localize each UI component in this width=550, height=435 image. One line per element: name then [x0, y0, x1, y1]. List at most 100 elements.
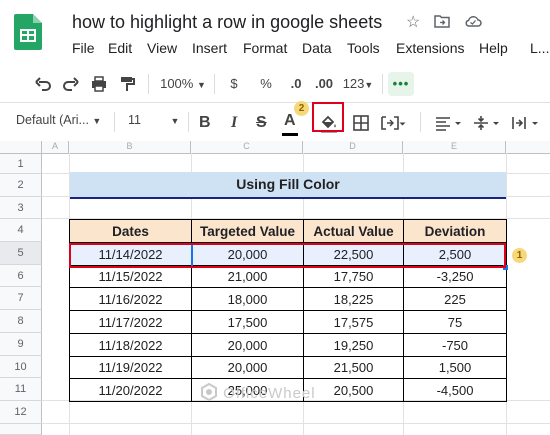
row-header[interactable]: 4 [0, 219, 42, 242]
table-cell[interactable]: 18,000 [191, 287, 304, 311]
column-header-row: A B C D E [0, 141, 550, 154]
row-header[interactable]: 1 [0, 154, 42, 174]
row-header[interactable]: 12 [0, 401, 42, 424]
row-header[interactable]: 2 [0, 174, 42, 197]
paint-format-icon[interactable] [118, 70, 136, 98]
row-header[interactable]: 11 [0, 378, 42, 401]
table-cell[interactable]: 21,000 [191, 265, 304, 288]
format-toolbar: Default (Ari... ▼ 11 ▼ B I S A [0, 108, 550, 138]
undo-icon[interactable] [34, 70, 52, 98]
document-title[interactable]: how to highlight a row in google sheets [72, 12, 382, 33]
table-row: 11/19/2022 20,000 21,500 1,500 [69, 356, 507, 379]
more-options-button[interactable]: ••• [388, 72, 414, 96]
horizontal-align-icon[interactable] [434, 114, 464, 132]
text-wrapping-icon[interactable] [510, 114, 542, 132]
table-header-deviation[interactable]: Deviation [403, 219, 507, 243]
menu-file[interactable]: File [72, 40, 95, 56]
row-header[interactable] [0, 424, 42, 435]
print-icon[interactable] [90, 70, 108, 98]
select-all-corner[interactable] [0, 141, 42, 153]
main-toolbar: 100% ▼ $ % .0 .00 123▼ ••• [24, 70, 550, 98]
menu-data[interactable]: Data [302, 40, 332, 56]
menu-format[interactable]: Format [243, 40, 287, 56]
column-header-e[interactable]: E [403, 141, 506, 153]
table-cell[interactable]: 75 [403, 310, 507, 334]
row-header[interactable]: 3 [0, 197, 42, 219]
table-row: 11/17/2022 17,500 17,575 75 [69, 310, 507, 334]
table-cell[interactable]: 19,250 [303, 333, 404, 357]
currency-button[interactable]: $ [224, 70, 244, 98]
table-cell[interactable]: 17,750 [303, 265, 404, 288]
increase-decimal-button[interactable]: .00 [310, 70, 338, 98]
table-cell[interactable]: -4,500 [403, 378, 507, 402]
row-header[interactable]: 8 [0, 310, 42, 333]
table-cell[interactable]: 11/19/2022 [69, 356, 192, 379]
watermark: OfficeWheel [200, 382, 316, 402]
column-header-d[interactable]: D [303, 141, 403, 153]
menu-insert[interactable]: Insert [192, 40, 227, 56]
chevron-down-icon: ▼ [92, 116, 102, 126]
table-cell[interactable]: -750 [403, 333, 507, 357]
table-cell[interactable]: 11/20/2022 [69, 378, 192, 402]
table-header-targeted-value[interactable]: Targeted Value [191, 219, 304, 243]
table-cell[interactable]: 225 [403, 287, 507, 311]
chevron-down-icon: ▼ [196, 80, 206, 90]
sheet-heading[interactable]: Using Fill Color [70, 172, 506, 199]
decrease-decimal-button[interactable]: .0 [284, 70, 308, 98]
row-header[interactable]: 9 [0, 333, 42, 356]
column-header-b[interactable]: B [69, 141, 191, 153]
cloud-status-icon[interactable] [464, 14, 482, 28]
row-highlight-box [69, 243, 506, 268]
column-header-f[interactable] [506, 141, 550, 153]
table-cell[interactable]: -3,250 [403, 265, 507, 288]
redo-icon[interactable] [62, 70, 80, 98]
chevron-down-icon: ▼ [170, 116, 180, 126]
star-icon[interactable]: ☆ [406, 12, 420, 32]
table-row: 11/15/2022 21,000 17,750 -3,250 [69, 265, 507, 288]
borders-icon[interactable] [352, 114, 370, 132]
move-to-folder-icon[interactable] [434, 14, 450, 28]
table-cell[interactable]: 20,500 [303, 378, 404, 402]
menu-help[interactable]: Help [479, 40, 508, 56]
bold-button[interactable]: B [199, 114, 211, 132]
table-cell[interactable]: 20,000 [191, 356, 304, 379]
table-cell[interactable]: 11/15/2022 [69, 265, 192, 288]
table-cell[interactable]: 11/17/2022 [69, 310, 192, 334]
column-header-c[interactable]: C [191, 141, 303, 153]
table-cell[interactable]: 11/16/2022 [69, 287, 192, 311]
chevron-down-icon: ▼ [364, 80, 374, 90]
row-header[interactable]: 10 [0, 356, 42, 378]
table-cell[interactable]: 20,000 [191, 333, 304, 357]
table-cell[interactable]: 17,500 [191, 310, 304, 334]
text-color-button[interactable]: A [282, 112, 298, 136]
table-cell[interactable]: 17,575 [303, 310, 404, 334]
vertical-align-icon[interactable] [472, 114, 502, 132]
menu-edit[interactable]: Edit [108, 40, 132, 56]
table-cell[interactable]: 11/18/2022 [69, 333, 192, 357]
table-header-dates[interactable]: Dates [69, 219, 192, 243]
table-cell[interactable]: 18,225 [303, 287, 404, 311]
menu-extensions[interactable]: Extensions [396, 40, 464, 56]
number-format-select[interactable]: 123▼ [340, 70, 376, 98]
font-family-select[interactable]: Default (Ari... ▼ [16, 113, 101, 127]
row-header[interactable]: 7 [0, 287, 42, 310]
row-header[interactable]: 6 [0, 265, 42, 287]
zoom-select[interactable]: 100% ▼ [158, 70, 208, 98]
column-header-a[interactable]: A [42, 141, 69, 153]
menu-tools[interactable]: Tools [347, 40, 380, 56]
menu-last-edit[interactable]: L... [530, 40, 549, 56]
strikethrough-button[interactable]: S [256, 114, 267, 132]
font-size-select[interactable]: 11 ▼ [128, 113, 179, 127]
table-row: 11/16/2022 18,000 18,225 225 [69, 287, 507, 311]
percent-button[interactable]: % [256, 70, 276, 98]
watermark-logo-icon [201, 382, 217, 402]
step-badge: 2 [294, 101, 309, 116]
table-header-actual-value[interactable]: Actual Value [303, 219, 404, 243]
merge-cells-icon[interactable] [380, 114, 406, 132]
row-header[interactable]: 5 [0, 242, 42, 265]
italic-button[interactable]: I [231, 114, 237, 132]
table-cell[interactable]: 1,500 [403, 356, 507, 379]
sheets-logo-icon[interactable] [14, 14, 42, 50]
menu-view[interactable]: View [147, 40, 177, 56]
table-cell[interactable]: 21,500 [303, 356, 404, 379]
